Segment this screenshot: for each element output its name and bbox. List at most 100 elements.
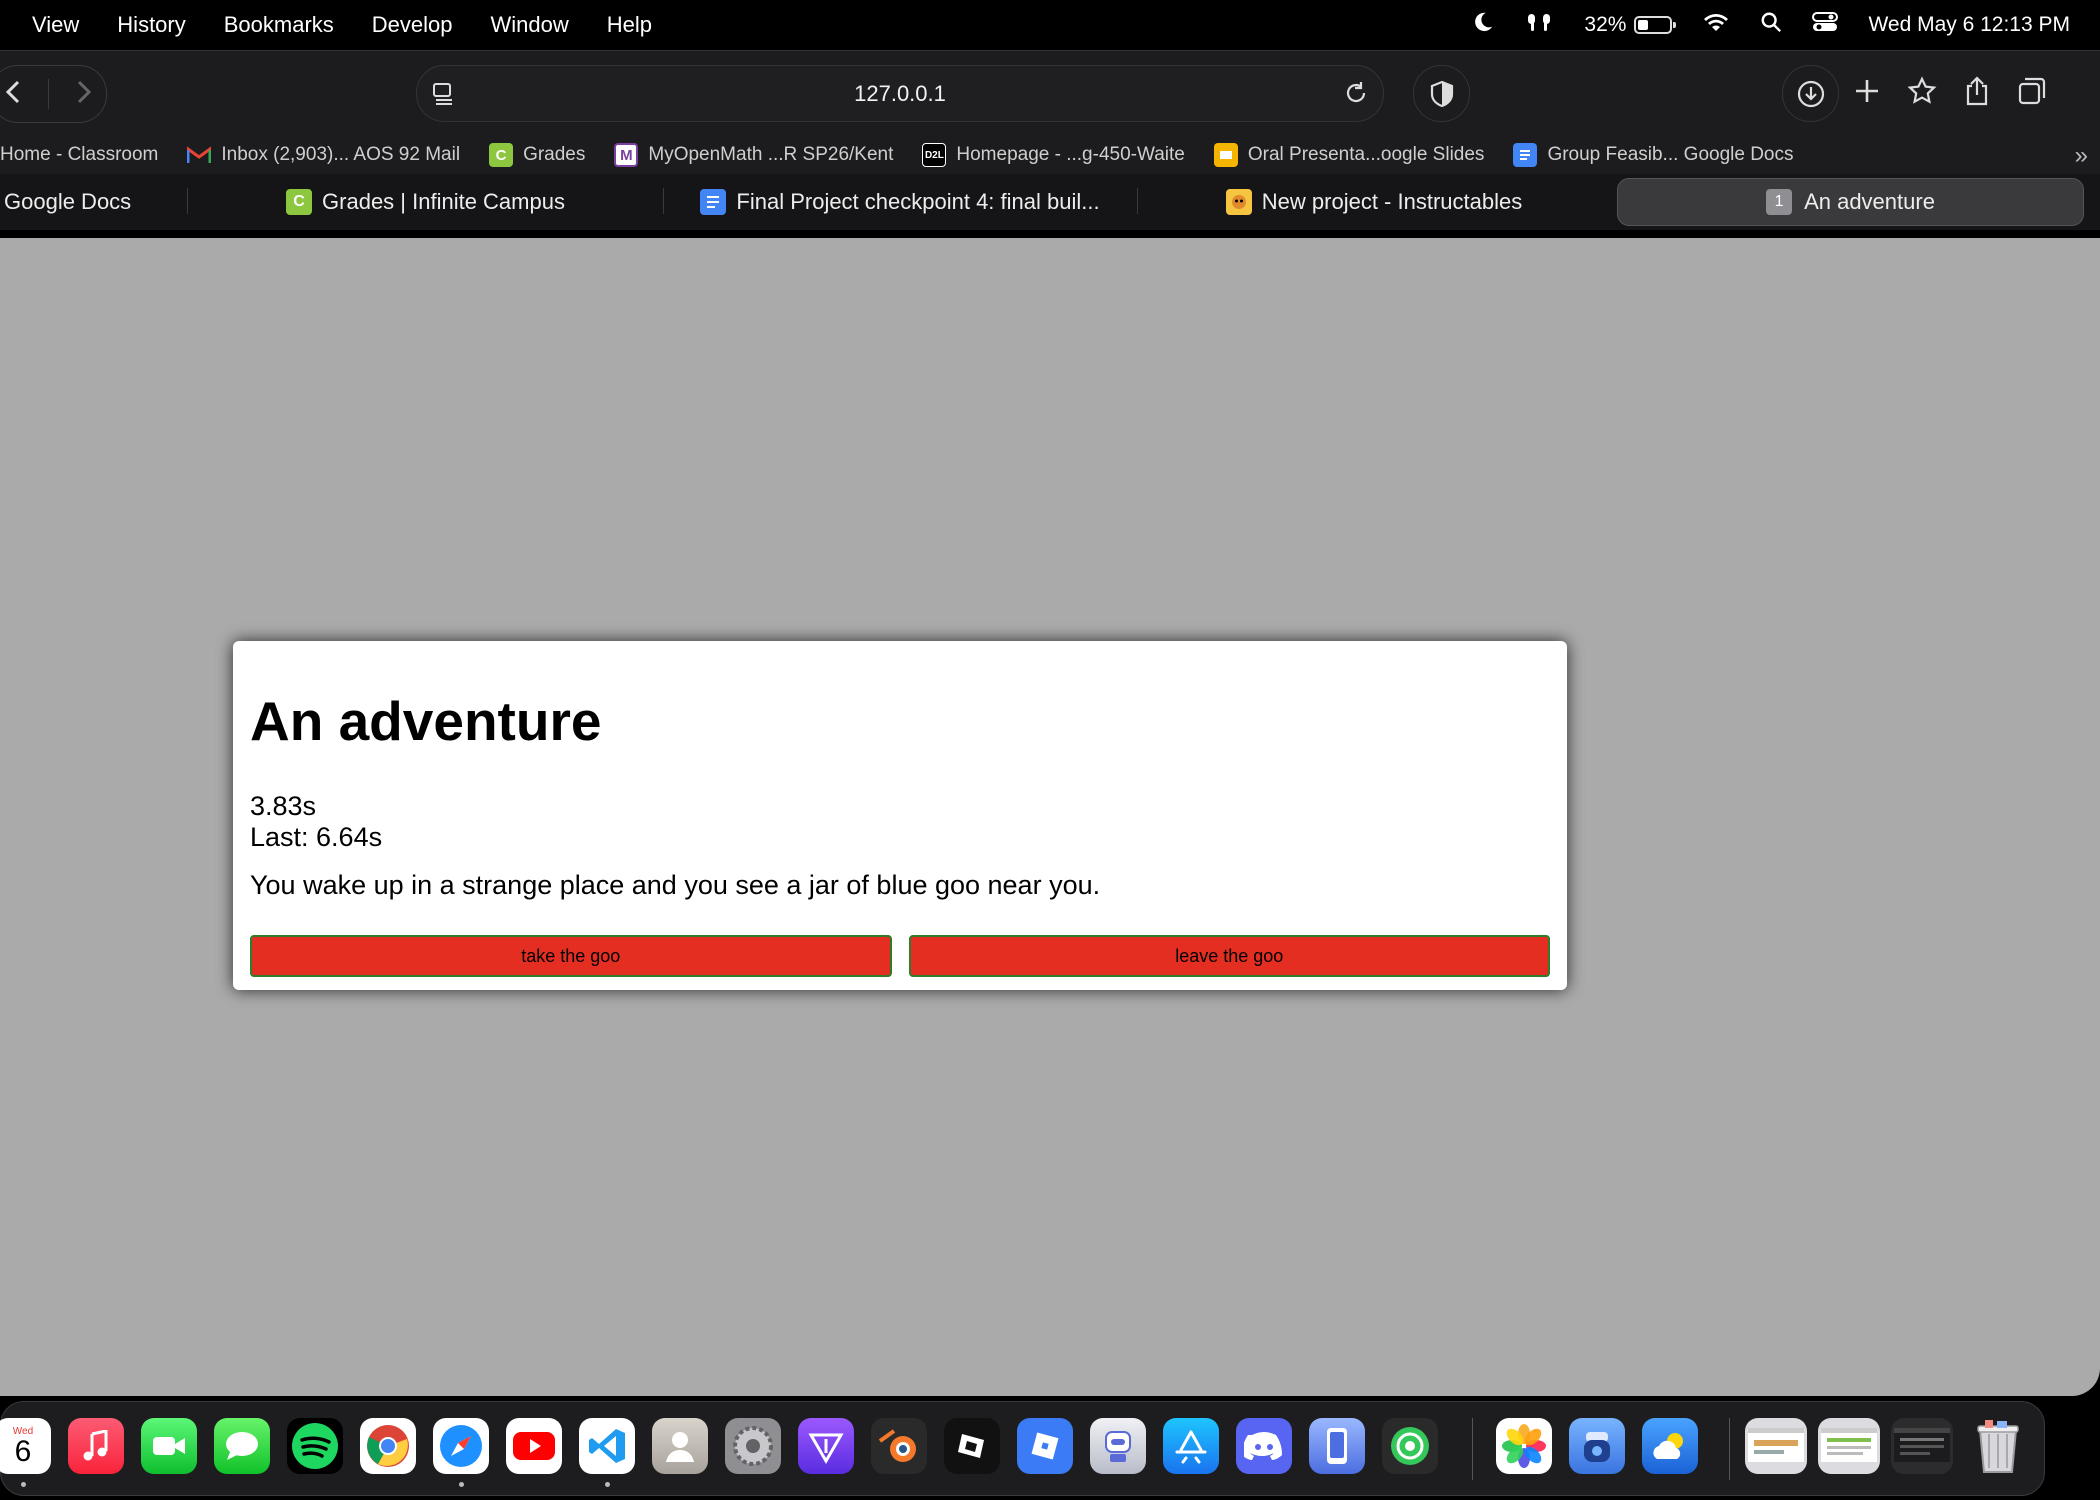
menu-help[interactable]: Help: [607, 12, 652, 38]
chevron-double-right-icon[interactable]: »: [2075, 142, 2088, 170]
share-icon: [1966, 76, 1988, 106]
toolbar-actions: [1782, 65, 2082, 122]
system-settings-app-icon[interactable]: [725, 1418, 781, 1474]
control-center-icon[interactable]: [1812, 11, 1839, 39]
bookmark-item[interactable]: Home - Classroom: [0, 144, 158, 166]
find-my-app-icon[interactable]: [1382, 1418, 1438, 1474]
myopenmath-icon: M: [614, 143, 639, 167]
contacts-app-icon[interactable]: [652, 1418, 708, 1474]
privacy-shield-button[interactable]: [1413, 65, 1470, 122]
reload-icon[interactable]: [1343, 80, 1369, 112]
discord-app-icon[interactable]: [1236, 1418, 1292, 1474]
safari-app-icon[interactable]: [433, 1418, 489, 1474]
menu-history[interactable]: History: [117, 12, 185, 38]
app-store-app-icon[interactable]: [1163, 1418, 1219, 1474]
screen-time-app-icon[interactable]: [1569, 1418, 1625, 1474]
page-menu-icon[interactable]: [431, 80, 457, 112]
downloads-button[interactable]: [1782, 65, 1839, 122]
bookmark-item[interactable]: Oral Presenta...oogle Slides: [1213, 143, 1484, 167]
instructables-icon: [1225, 189, 1252, 215]
infinite-campus-icon: C: [286, 189, 313, 215]
bookmark-star-button[interactable]: [1907, 76, 1937, 111]
tab-instructables[interactable]: New project - Instructables: [1138, 178, 1610, 226]
spotlight-search-icon[interactable]: [1760, 11, 1782, 39]
menu-bookmarks[interactable]: Bookmarks: [224, 12, 334, 38]
tab-overview-button[interactable]: [2017, 76, 2047, 111]
back-button[interactable]: [4, 79, 22, 110]
bookmark-item[interactable]: C Grades: [489, 143, 585, 167]
address-bar[interactable]: 127.0.0.1: [416, 65, 1384, 122]
spotify-app-icon[interactable]: [287, 1418, 343, 1474]
tab-label: Final Project checkpoint 4: final buil..…: [736, 189, 1100, 214]
story-text: You wake up in a strange place and you s…: [250, 870, 1101, 900]
tab-label: An adventure: [1804, 189, 1935, 214]
airpods-icon[interactable]: [1524, 11, 1554, 39]
dock-divider: [1472, 1418, 1473, 1480]
vscode-app-icon[interactable]: [579, 1418, 635, 1474]
shield-icon: [1430, 80, 1453, 107]
messages-app-icon[interactable]: [214, 1418, 270, 1474]
bookmarks-bar: Home - Classroom Inbox (2,903)... AOS 92…: [0, 136, 2100, 174]
running-indicator: [21, 1482, 26, 1487]
minimized-window-thumbnail[interactable]: [1818, 1418, 1880, 1474]
blender-app-icon[interactable]: [871, 1418, 927, 1474]
menu-list: View History Bookmarks Develop Window He…: [0, 12, 658, 38]
plus-icon: [1856, 80, 1878, 102]
trash-icon[interactable]: [1970, 1418, 2026, 1474]
menu-view[interactable]: View: [32, 12, 79, 38]
take-goo-button[interactable]: take the goo: [250, 935, 892, 977]
new-tab-button[interactable]: [1853, 77, 1881, 110]
bookmark-item[interactable]: M MyOpenMath ...R SP26/Kent: [614, 143, 893, 167]
bookmark-item[interactable]: Inbox (2,903)... AOS 92 Mail: [187, 143, 460, 167]
leave-goo-button[interactable]: leave the goo: [908, 935, 1550, 977]
minimized-window-thumbnail[interactable]: [1745, 1418, 1807, 1474]
tab-final-project[interactable]: Final Project checkpoint 4: final buil..…: [664, 178, 1136, 226]
calendar-app-icon[interactable]: Wed 6: [0, 1418, 51, 1474]
photos-app-icon[interactable]: [1496, 1418, 1552, 1474]
infinite-campus-icon: C: [489, 143, 514, 167]
proton-vpn-app-icon[interactable]: [798, 1418, 854, 1474]
running-indicator: [459, 1482, 464, 1487]
bookmark-item[interactable]: D2L Homepage - ...g-450-Waite: [922, 143, 1185, 167]
bookmark-label: Home - Classroom: [0, 144, 159, 165]
bookmark-label: MyOpenMath ...R SP26/Kent: [648, 144, 894, 165]
minimized-window-thumbnail[interactable]: [1891, 1418, 1953, 1474]
timer-display: 3.83s Last: 6.64s: [250, 791, 382, 853]
tab-an-adventure[interactable]: 1 An adventure: [1617, 178, 2084, 226]
google-slides-icon: [1213, 143, 1238, 167]
chrome-app-icon[interactable]: [360, 1418, 416, 1474]
status-area: 32% Wed May 6 12:13 PM: [1472, 0, 2070, 49]
moon-icon[interactable]: [1472, 11, 1494, 39]
battery-percent: 32%: [1584, 12, 1627, 36]
music-app-icon[interactable]: [68, 1418, 124, 1474]
forward-button[interactable]: [75, 79, 93, 110]
wifi-icon[interactable]: [1702, 11, 1730, 39]
share-button[interactable]: [1963, 76, 1991, 111]
chevron-right-icon: [77, 80, 92, 103]
app-icon-generic[interactable]: [1090, 1418, 1146, 1474]
battery-status[interactable]: 32%: [1584, 12, 1677, 37]
tab-google-docs[interactable]: Google Docs: [4, 178, 154, 226]
tab-badge: 1: [1766, 189, 1793, 215]
choice-buttons: take the goo leave the goo: [250, 935, 1550, 977]
tab-label: New project - Instructables: [1261, 189, 1523, 214]
unity-app-icon[interactable]: [944, 1418, 1000, 1474]
tab-bar: Google Docs C Grades | Infinite Campus F…: [0, 174, 2100, 230]
menu-window[interactable]: Window: [491, 12, 569, 38]
download-icon: [1797, 80, 1824, 107]
clock[interactable]: Wed May 6 12:13 PM: [1868, 13, 2070, 37]
facetime-app-icon[interactable]: [141, 1418, 197, 1474]
weather-app-icon[interactable]: [1642, 1418, 1698, 1474]
google-docs-icon: [1513, 143, 1538, 167]
youtube-app-icon[interactable]: [506, 1418, 562, 1474]
iphone-mirroring-app-icon[interactable]: [1309, 1418, 1365, 1474]
bookmark-label: Inbox (2,903)... AOS 92 Mail: [221, 144, 461, 165]
tab-infinite-campus[interactable]: C Grades | Infinite Campus: [188, 178, 663, 226]
battery-fill: [1638, 19, 1649, 30]
roblox-app-icon[interactable]: [1017, 1418, 1073, 1474]
battery-icon: [1634, 15, 1677, 34]
menu-develop[interactable]: Develop: [372, 12, 453, 38]
bookmark-item[interactable]: Group Feasib... Google Docs: [1513, 143, 1794, 167]
url-text: 127.0.0.1: [854, 80, 946, 106]
dock-divider: [1729, 1418, 1730, 1480]
